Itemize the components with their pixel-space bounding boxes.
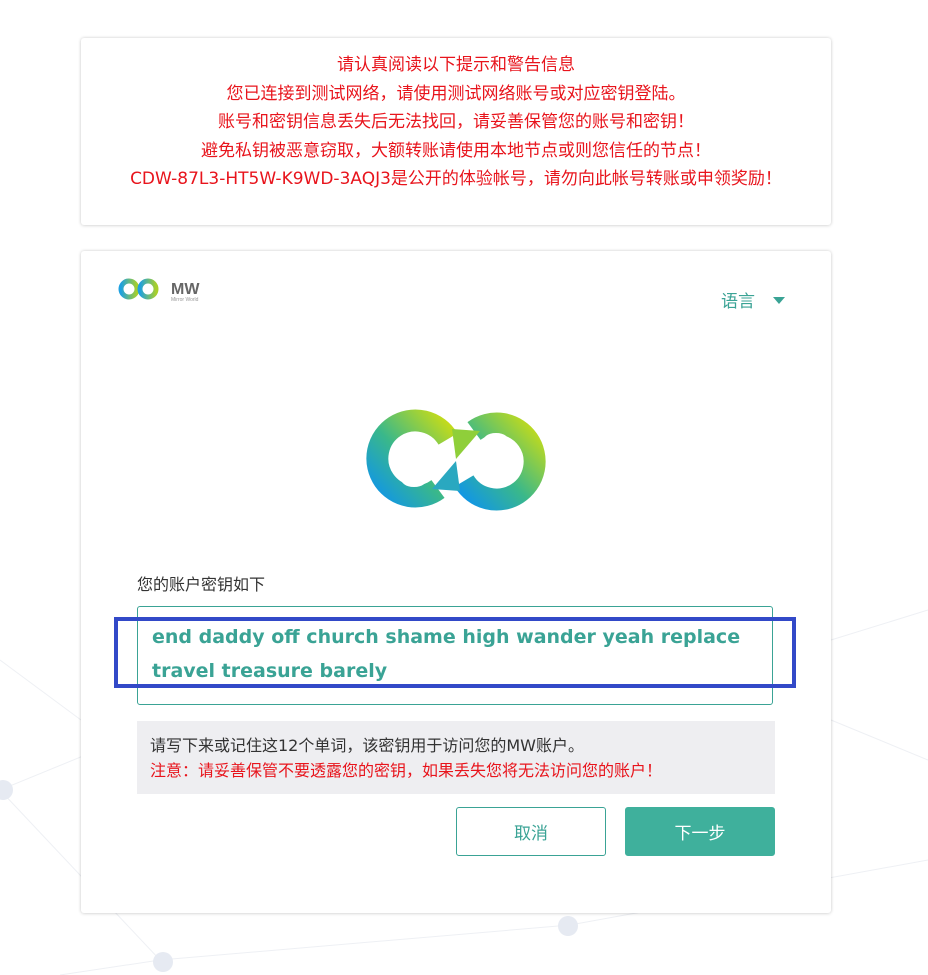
mirror-world-logo-icon	[366, 409, 546, 511]
warning-line: 账号和密钥信息丢失后无法找回，请妥善保管您的账号和密钥！	[218, 112, 694, 133]
warning-line: CDW-87L3-HT5W-K9WD-3AQJ3是公开的体验帐号，请勿向此帐号转…	[130, 169, 782, 190]
warning-title: 请认真阅读以下提示和警告信息	[337, 55, 575, 75]
brand-logo-text: MW	[171, 281, 200, 298]
secret-key-line: travel treasure barely	[152, 660, 388, 682]
key-label: 您的账户密钥如下	[137, 575, 266, 594]
create-account-panel: MW Mirror World 语言 您的账户密钥如下 end daddy of…	[81, 251, 831, 913]
language-label: 语言	[721, 292, 755, 312]
secret-key-line: end daddy off church shame high wander y…	[152, 626, 741, 648]
brand-tagline: Mirror World	[171, 297, 199, 303]
warning-panel: 请认真阅读以下提示和警告信息 您已连接到测试网络，请使用测试网络账号或对应密钥登…	[81, 38, 831, 225]
warning-line: 避免私钥被恶意窃取，大额转账请使用本地节点或则您信任的节点！	[201, 140, 711, 161]
notice-info: 请写下来或记住这12个单词，该密钥用于访问您的MW账户。	[150, 736, 584, 755]
cancel-button[interactable]: 取消	[456, 807, 606, 856]
secret-key-box[interactable]: end daddy off church shame high wander y…	[137, 606, 773, 705]
caret-down-icon	[773, 297, 785, 304]
mw-brand-logo: MW Mirror World	[118, 278, 200, 303]
warning-line: 您已连接到测试网络，请使用测试网络账号或对应密钥登陆。	[226, 83, 686, 104]
language-dropdown[interactable]: 语言	[721, 287, 785, 312]
notice-warning: 注意：请妥善保管不要透露您的密钥，如果丢失您将无法访问您的账户！	[150, 761, 663, 780]
next-step-button[interactable]: 下一步	[625, 807, 775, 856]
key-notice: 请写下来或记住这12个单词，该密钥用于访问您的MW账户。 注意：请妥善保管不要透…	[137, 721, 775, 794]
